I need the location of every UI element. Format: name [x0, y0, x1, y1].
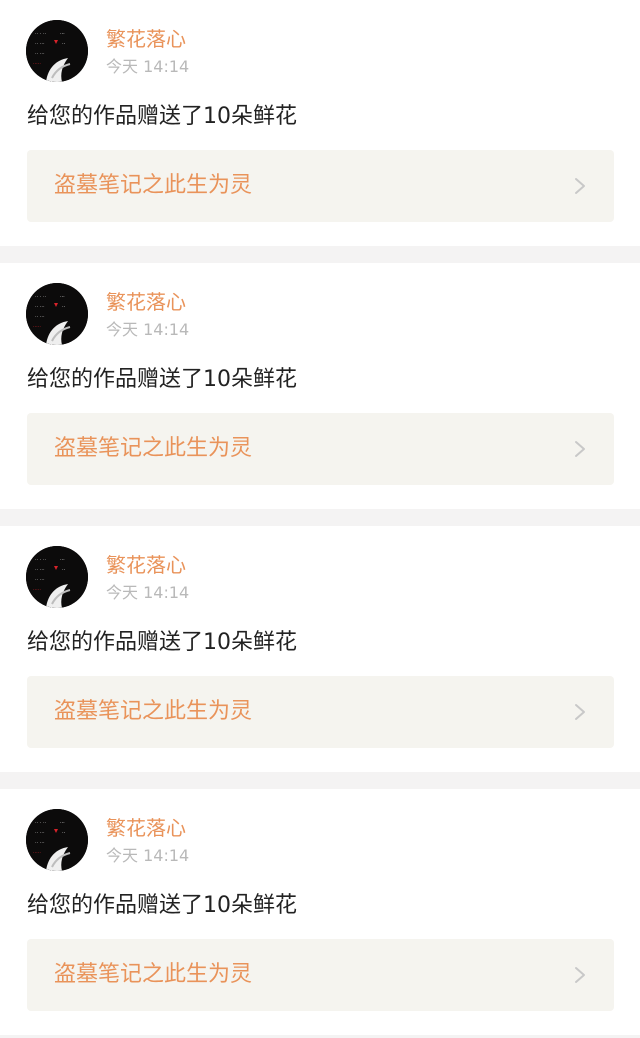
- work-title: 盗墓笔记之此生为灵: [54, 962, 253, 987]
- svg-text:·· ···: ·· ···: [35, 41, 45, 47]
- timestamp: 今天 14:14: [106, 583, 190, 602]
- svg-text:·····: ·····: [33, 61, 41, 67]
- chevron-right-icon: [574, 966, 586, 984]
- notification-card: ·· · ·· ··· ·· ··· ·· ·· ··· ····· 繁花落心 …: [0, 789, 640, 1035]
- svg-text:·· ···: ·· ···: [35, 830, 45, 836]
- user-name[interactable]: 繁花落心: [106, 290, 186, 314]
- notification-message: 给您的作品赠送了10朵鲜花: [27, 630, 297, 655]
- svg-text:·· · ··: ·· · ··: [35, 294, 47, 300]
- user-avatar-icon[interactable]: ·· · ·· ··· ·· ··· ·· ·· ··· ·····: [26, 546, 88, 608]
- work-title: 盗墓笔记之此生为灵: [54, 436, 253, 461]
- svg-text:···: ···: [60, 31, 65, 37]
- notification-message: 给您的作品赠送了10朵鲜花: [27, 367, 297, 392]
- svg-text:·· ···: ·· ···: [35, 304, 45, 310]
- svg-text:·· ···: ·· ···: [35, 840, 45, 846]
- work-link[interactable]: 盗墓笔记之此生为灵: [27, 676, 614, 748]
- user-name[interactable]: 繁花落心: [106, 816, 186, 840]
- notification-card: ·· · ·· ··· ·· ··· ·· ·· ··· ····· 繁花落心 …: [0, 0, 640, 246]
- svg-text:·· · ··: ·· · ··: [35, 31, 47, 37]
- work-link[interactable]: 盗墓笔记之此生为灵: [27, 939, 614, 1011]
- svg-text:··: ··: [62, 830, 66, 836]
- svg-text:·· ···: ·· ···: [35, 314, 45, 320]
- user-avatar-icon[interactable]: ·· · ·· ··· ·· ··· ·· ·· ··· ·····: [26, 283, 88, 345]
- svg-text:·····: ·····: [33, 850, 41, 856]
- work-link[interactable]: 盗墓笔记之此生为灵: [27, 150, 614, 222]
- timestamp: 今天 14:14: [106, 320, 190, 339]
- svg-text:·· ···: ·· ···: [35, 51, 45, 57]
- separator: [0, 246, 640, 263]
- chevron-right-icon: [574, 440, 586, 458]
- svg-text:·· ···: ·· ···: [35, 577, 45, 583]
- user-avatar-icon[interactable]: ·· · ·· ··· ·· ··· ·· ·· ··· ·····: [26, 20, 88, 82]
- user-name[interactable]: 繁花落心: [106, 27, 186, 51]
- timestamp: 今天 14:14: [106, 57, 190, 76]
- notification-feed: ·· · ·· ··· ·· ··· ·· ·· ··· ····· 繁花落心 …: [0, 0, 640, 1038]
- user-avatar-icon[interactable]: ·· · ·· ··· ·· ··· ·· ·· ··· ·····: [26, 809, 88, 871]
- svg-text:·· · ··: ·· · ··: [35, 557, 47, 563]
- svg-text:·····: ·····: [33, 324, 41, 330]
- work-title: 盗墓笔记之此生为灵: [54, 173, 253, 198]
- svg-text:···: ···: [60, 557, 65, 563]
- notification-message: 给您的作品赠送了10朵鲜花: [27, 893, 297, 918]
- svg-text:·· · ··: ·· · ··: [35, 820, 47, 826]
- svg-text:··: ··: [62, 304, 66, 310]
- chevron-right-icon: [574, 703, 586, 721]
- separator: [0, 509, 640, 526]
- work-link[interactable]: 盗墓笔记之此生为灵: [27, 413, 614, 485]
- work-title: 盗墓笔记之此生为灵: [54, 699, 253, 724]
- timestamp: 今天 14:14: [106, 846, 190, 865]
- svg-text:··: ··: [62, 41, 66, 47]
- separator: [0, 772, 640, 789]
- svg-text:···: ···: [60, 820, 65, 826]
- notification-card: ·· · ·· ··· ·· ··· ·· ·· ··· ····· 繁花落心 …: [0, 526, 640, 772]
- svg-text:···: ···: [60, 294, 65, 300]
- chevron-right-icon: [574, 177, 586, 195]
- user-name[interactable]: 繁花落心: [106, 553, 186, 577]
- svg-text:·····: ·····: [33, 587, 41, 593]
- notification-message: 给您的作品赠送了10朵鲜花: [27, 104, 297, 129]
- svg-text:·· ···: ·· ···: [35, 567, 45, 573]
- svg-text:··: ··: [62, 567, 66, 573]
- notification-card: ·· · ·· ··· ·· ··· ·· ·· ··· ····· 繁花落心 …: [0, 263, 640, 509]
